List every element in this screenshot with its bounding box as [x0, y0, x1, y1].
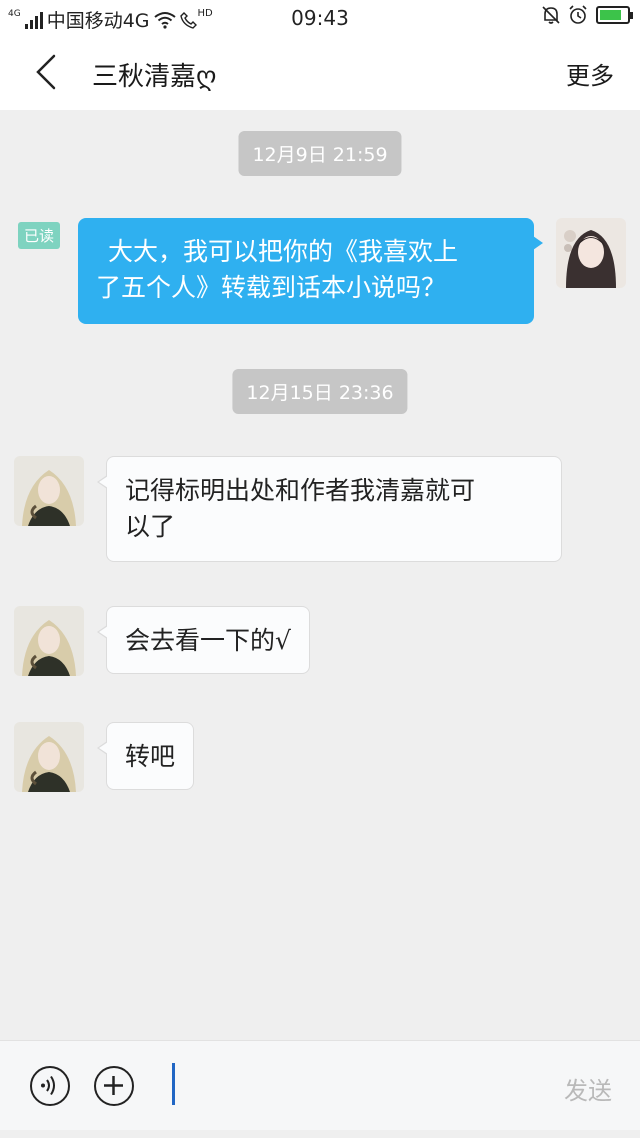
message-text: 转吧 — [125, 742, 176, 771]
message-text-line: 了五个人》转载到话本小说吗？ — [96, 273, 447, 302]
message-text-line: 大大，我可以把你的《我喜欢上 — [108, 237, 459, 266]
incoming-message-bubble[interactable]: 会去看一下的√ — [97, 606, 310, 674]
bell-muted-icon — [542, 6, 560, 24]
battery-level-fill — [600, 10, 621, 20]
plus-icon[interactable] — [94, 1066, 134, 1106]
avatar-image — [14, 722, 84, 792]
message-input[interactable] — [170, 1061, 530, 1111]
incoming-message-bubble[interactable]: 记得标明出处和作者我清嘉就可 以了 — [97, 456, 562, 562]
incoming-message-bubble[interactable]: 转吧 — [96, 722, 195, 790]
chat-area[interactable]: 12月9日 21:59 已读 大大，我可以把你的《我喜欢上 了五个人》转载到话本… — [0, 110, 640, 1040]
more-button[interactable]: 更多 — [566, 56, 614, 91]
message-timestamp: 12月9日 21:59 — [238, 131, 402, 176]
status-right — [542, 5, 633, 25]
avatar-image — [14, 456, 84, 526]
status-bar: 4G 中国移动4G HD 09:43 — [0, 0, 640, 34]
message-text: 会去看一下的√ — [125, 626, 291, 655]
message-text-line: 以了 — [125, 512, 176, 541]
my-avatar[interactable] — [556, 218, 626, 288]
outgoing-message-bubble[interactable]: 大大，我可以把你的《我喜欢上 了五个人》转载到话本小说吗？ — [78, 218, 543, 324]
page-title: 三秋清嘉ღ — [92, 62, 217, 92]
contact-avatar[interactable] — [14, 456, 84, 526]
message-timestamp: 12月15日 23:36 — [232, 369, 408, 414]
battery-icon — [596, 6, 633, 24]
contact-avatar[interactable] — [14, 606, 84, 676]
contact-avatar[interactable] — [14, 722, 84, 792]
alarm-icon — [569, 5, 587, 24]
input-bar: 发送 — [0, 1040, 640, 1130]
chevron-left-icon[interactable] — [28, 52, 68, 92]
send-button[interactable]: 发送 — [564, 1071, 612, 1106]
avatar-image — [14, 606, 84, 676]
read-badge: 已读 — [18, 222, 61, 249]
voice-icon[interactable] — [30, 1066, 70, 1106]
text-cursor — [172, 1063, 175, 1105]
message-text-line: 记得标明出处和作者我清嘉就可 — [125, 476, 476, 505]
chat-header: 三秋清嘉ღ 更多 — [0, 34, 640, 110]
avatar-image — [556, 218, 626, 288]
